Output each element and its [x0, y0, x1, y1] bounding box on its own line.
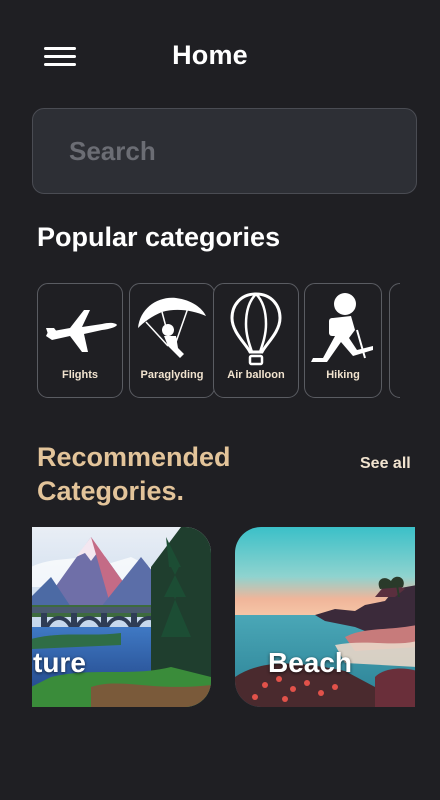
- category-label: Hiking: [326, 369, 360, 381]
- category-label: Paraglyding: [140, 369, 204, 381]
- category-card-paraglyding[interactable]: Paraglyding: [129, 283, 215, 398]
- hot-air-balloon-icon: [230, 292, 282, 366]
- search-input[interactable]: [33, 109, 416, 193]
- popular-categories-list[interactable]: Flights Paraglyding Air balloon Hiking: [37, 283, 400, 399]
- category-label: Flights: [61, 369, 99, 381]
- popular-categories-title: Popular categories: [37, 222, 281, 252]
- category-label: Air balloon: [227, 369, 285, 381]
- app-header: Home: [0, 0, 440, 110]
- partial-category-icon: [394, 290, 400, 370]
- search-box[interactable]: [32, 108, 417, 194]
- category-card-flights[interactable]: Flights: [37, 283, 123, 398]
- page-title: Home: [172, 40, 248, 70]
- category-card-partial[interactable]: [389, 283, 400, 398]
- hiker-icon: [311, 293, 373, 362]
- paraglider-icon: [138, 297, 206, 358]
- recommended-title-line1: Recommended: [37, 442, 231, 472]
- coastal-sunset-illustration: [235, 527, 415, 707]
- recommended-categories-title: Recommended Categories.: [37, 440, 277, 508]
- recommended-card-beach[interactable]: Beach: [235, 527, 415, 707]
- category-card-hiking[interactable]: Hiking: [304, 283, 382, 398]
- recommended-card-label: Beach: [267, 647, 353, 678]
- airplane-icon: [46, 310, 117, 352]
- mountain-lake-bridge-illustration: [32, 527, 211, 707]
- recommended-categories-list[interactable]: ture Beach: [32, 527, 417, 708]
- recommended-title-line2: Categories.: [37, 476, 185, 506]
- recommended-card-label: ture: [33, 647, 86, 678]
- recommended-card-nature[interactable]: ture: [32, 527, 211, 707]
- category-card-air-balloon[interactable]: Air balloon: [213, 283, 299, 398]
- see-all-link[interactable]: See all: [360, 455, 411, 473]
